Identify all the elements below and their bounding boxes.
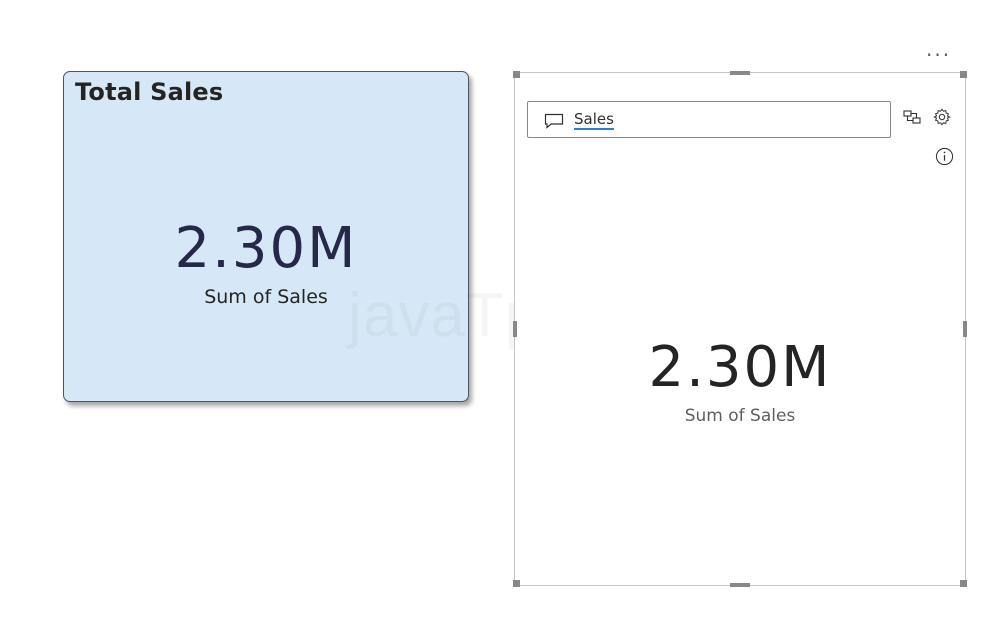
- resize-handle-bottom[interactable]: [730, 583, 750, 587]
- qna-visual[interactable]: Sales 2.30M Sum of Sales: [513, 71, 967, 587]
- qna-question-text: Sales: [574, 110, 614, 130]
- resize-corner-bottom-left[interactable]: [513, 580, 520, 587]
- qna-answer-value: 2.30M: [648, 335, 832, 400]
- resize-corner-top-right[interactable]: [960, 71, 967, 78]
- convert-visual-icon[interactable]: [903, 110, 921, 124]
- card-title: Total Sales: [75, 78, 224, 106]
- resize-handle-top[interactable]: [730, 71, 750, 75]
- more-options-button[interactable]: ...: [926, 39, 951, 59]
- chat-bubble-icon: [544, 113, 564, 129]
- gear-icon[interactable]: [933, 108, 951, 126]
- resize-corner-bottom-right[interactable]: [960, 580, 967, 587]
- qna-question-input[interactable]: Sales: [527, 101, 891, 138]
- report-canvas: Total Sales 2.30M Sum of Sales javaTpoin…: [0, 0, 1000, 627]
- info-icon[interactable]: [935, 147, 954, 166]
- qna-answer-label: Sum of Sales: [684, 406, 796, 426]
- card-value: 2.30M: [174, 216, 358, 281]
- total-sales-card[interactable]: Total Sales 2.30M Sum of Sales: [63, 71, 469, 402]
- resize-corner-top-left[interactable]: [513, 71, 520, 78]
